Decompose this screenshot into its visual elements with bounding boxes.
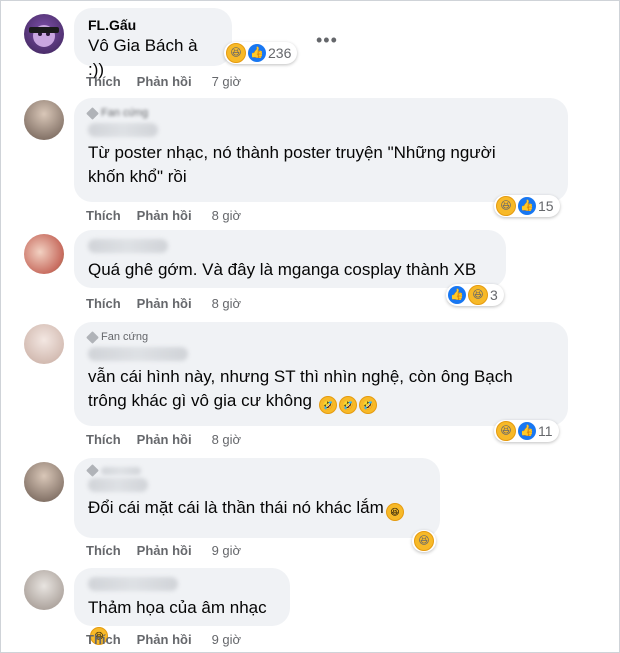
diamond-icon (86, 106, 99, 120)
comment-text-line-1: Từ poster nhạc, nó thành poster truyện "… (88, 143, 496, 162)
comment-text-line-1: vẫn cái hình này, nhưng ST thì nhìn nghệ… (88, 367, 513, 386)
blurred-name (88, 478, 148, 492)
reaction-count: 11 (538, 423, 553, 439)
reply-link[interactable]: Phản hồi (137, 632, 192, 647)
like-link[interactable]: Thích (86, 543, 121, 558)
avatar[interactable] (24, 234, 64, 274)
comment-text-line-2: trông khác gì vô gia cư không 🤣 🤣 🤣 (88, 389, 554, 414)
haha-emoji-icon: 😆 (414, 531, 434, 551)
badge-label: Fan cứng (101, 331, 149, 343)
comment-actions: Thích Phản hồi 8 giờ (86, 296, 241, 311)
like-thumb-icon: 👍 (448, 286, 466, 304)
fan-badge: Fan cứng (86, 106, 554, 120)
fan-badge: Fan cứng (86, 330, 554, 344)
fan-badge (86, 464, 426, 477)
comment-bubble: Đổi cái mặt cái là thần thái nó khác lắm… (74, 458, 440, 538)
blurred-label (101, 466, 141, 475)
comment-actions: Thích Phản hồi 8 giờ (86, 208, 241, 223)
blurred-name (88, 577, 178, 591)
like-link[interactable]: Thích (86, 632, 121, 647)
blurred-name (88, 239, 168, 253)
timestamp[interactable]: 8 giờ (212, 296, 242, 311)
badge-label: Fan cứng (101, 107, 149, 119)
blurred-name (88, 123, 158, 137)
timestamp[interactable]: 8 giờ (212, 208, 242, 223)
timestamp[interactable]: 7 giờ (212, 74, 242, 89)
reply-link[interactable]: Phản hồi (137, 543, 192, 558)
haha-emoji-icon: 😆 (226, 43, 246, 63)
like-thumb-icon: 👍 (518, 422, 536, 440)
reaction-summary[interactable]: 😆 👍 15 (494, 195, 560, 217)
comment-actions: Thích Phản hồi 9 giờ (86, 632, 241, 647)
comment-bubble: Fan cứng Từ poster nhạc, nó thành poster… (74, 98, 568, 202)
avatar[interactable] (24, 14, 64, 54)
diamond-icon (86, 464, 99, 477)
comment-text: Đổi cái mặt cái là thần thái nó khác lắm… (88, 496, 426, 521)
reaction-summary[interactable]: 👍 😆 3 (446, 284, 504, 306)
reply-link[interactable]: Phản hồi (137, 432, 192, 447)
haha-emoji-icon: 😆 (496, 421, 516, 441)
like-thumb-icon: 👍 (518, 197, 536, 215)
reply-link[interactable]: Phản hồi (137, 208, 192, 223)
timestamp[interactable]: 9 giờ (212, 543, 242, 558)
like-link[interactable]: Thích (86, 296, 121, 311)
avatar[interactable] (24, 462, 64, 502)
reaction-summary[interactable]: 😆 👍 236 (224, 42, 298, 64)
diamond-icon (86, 330, 99, 344)
comment-text: Quá ghê gớm. Và đây là mganga cosplay th… (88, 260, 477, 279)
comment-bubble: Quá ghê gớm. Và đây là mganga cosplay th… (74, 230, 506, 288)
comment-bubble: Thảm họa của âm nhạc 😆 (74, 568, 290, 645)
reaction-count: 15 (538, 198, 554, 214)
blurred-name (88, 347, 188, 361)
avatar-image (29, 25, 59, 47)
like-link[interactable]: Thích (86, 74, 121, 89)
reaction-count: 236 (268, 45, 292, 61)
comment-bubble: Fan cứng vẫn cái hình này, nhưng ST thì … (74, 322, 568, 426)
reaction-summary[interactable]: 😆 👍 11 (494, 420, 559, 442)
comment-bubble: FL.Gấu Vô Gia Bách à :)) (74, 8, 232, 79)
rofl-emoji-icon: 🤣 (358, 396, 377, 414)
like-link[interactable]: Thích (86, 432, 121, 447)
avatar[interactable] (24, 570, 64, 610)
avatar[interactable] (24, 324, 64, 364)
like-link[interactable]: Thích (86, 208, 121, 223)
comment-actions: Thích Phản hồi 8 giờ (86, 432, 241, 447)
reaction-count: 3 (490, 287, 498, 303)
haha-emoji-icon: 😆 (496, 196, 516, 216)
rofl-emoji-icon: 🤣 (338, 396, 357, 414)
rofl-emoji-icon: 🤣 (318, 396, 337, 414)
avatar[interactable] (24, 100, 64, 140)
timestamp[interactable]: 8 giờ (212, 432, 242, 447)
like-thumb-icon: 👍 (248, 44, 266, 62)
more-options-icon[interactable]: ••• (316, 30, 338, 51)
comment-actions: Thích Phản hồi 9 giờ (86, 543, 241, 558)
laughing-emoji-icon: 😆 (385, 503, 404, 521)
commenter-name[interactable]: FL.Gấu (88, 16, 218, 34)
timestamp[interactable]: 9 giờ (212, 632, 242, 647)
haha-emoji-icon: 😆 (468, 285, 488, 305)
reply-link[interactable]: Phản hồi (137, 74, 192, 89)
comment-actions: Thích Phản hồi 7 giờ (86, 74, 241, 89)
reaction-summary[interactable]: 😆 (412, 530, 436, 552)
reply-link[interactable]: Phản hồi (137, 296, 192, 311)
comment-text-line-2: khốn khổ" rồi (88, 167, 187, 186)
